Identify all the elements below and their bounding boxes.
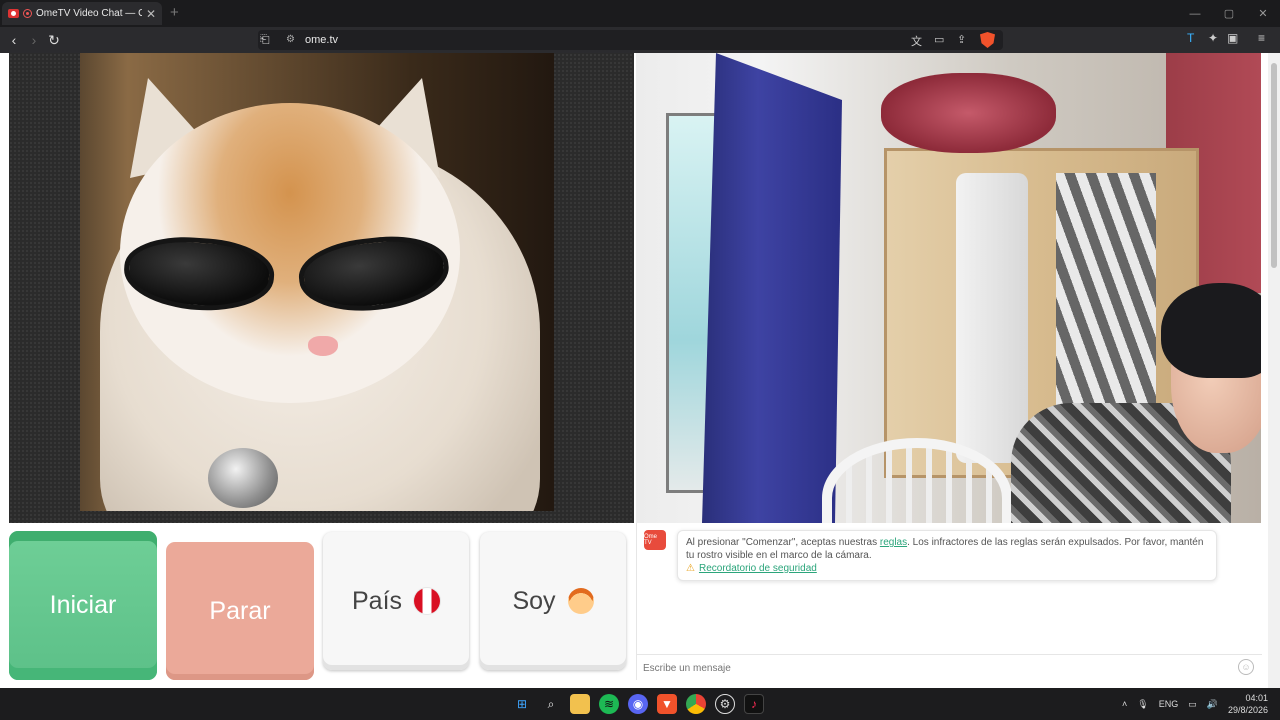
forward-button[interactable]: ›	[24, 30, 44, 50]
clock-date: 29/8/2026	[1227, 705, 1268, 715]
message-input[interactable]	[643, 660, 1223, 676]
start-button[interactable]: Iniciar	[9, 531, 157, 680]
translate-extension-icon[interactable]: T	[1187, 31, 1194, 45]
cast-icon[interactable]: ▭	[934, 33, 944, 46]
safety-reminder-link[interactable]: Recordatorio de seguridad	[699, 563, 817, 574]
volume-icon[interactable]: 🔊	[1207, 699, 1218, 710]
country-button[interactable]: País	[323, 532, 469, 670]
clock-time: 04:01	[1245, 693, 1268, 703]
ometv-logo-icon: Ome TV	[644, 530, 666, 550]
clock[interactable]: 04:01 29/8/2026	[1228, 692, 1268, 716]
emoji-icon[interactable]: ☺	[1238, 659, 1254, 675]
omegle-page: Iniciar Parar País Soy Ome TV Al presion…	[0, 53, 1280, 688]
windows-taskbar: ⊞ ⌕ ≋ ◉ ▼ ⚙ ♪ ˄ 🎙 ENG ▭ 🔊 04:01 29/8/202…	[0, 688, 1280, 720]
brave-shield-icon[interactable]	[980, 32, 995, 48]
discord-icon[interactable]: ◉	[628, 694, 648, 714]
share-icon[interactable]: ⇪	[957, 33, 966, 46]
microphone-icon[interactable]: 🎙	[1137, 699, 1148, 710]
youtube-favicon-icon	[8, 9, 19, 18]
search-icon[interactable]: ⌕	[541, 694, 561, 714]
stop-label: Parar	[209, 596, 271, 625]
url-text: ome.tv	[305, 34, 339, 46]
file-explorer-icon[interactable]	[570, 694, 590, 714]
window-controls: — ▢ ✕	[1178, 0, 1280, 27]
notice-prefix: Al presionar "Comenzar", aceptas nuestra…	[686, 537, 880, 548]
new-tab-button[interactable]: +	[170, 4, 179, 21]
cat-with-sunglasses-image	[80, 53, 554, 511]
country-label: País	[351, 586, 403, 615]
spotify-icon[interactable]: ≋	[599, 694, 619, 714]
language-indicator[interactable]: ENG	[1159, 699, 1179, 709]
remote-person	[1011, 228, 1261, 523]
scrollbar-thumb[interactable]	[1271, 63, 1277, 268]
tab-title: OmeTV Video Chat — Omeg	[36, 8, 142, 19]
minimize-button[interactable]: —	[1178, 0, 1212, 27]
stop-button[interactable]: Parar	[166, 542, 314, 680]
extensions-icon[interactable]: ✦	[1208, 31, 1218, 45]
message-bar: ☺	[637, 654, 1262, 680]
start-label: Iniciar	[49, 591, 117, 619]
chrome-icon[interactable]	[686, 694, 706, 714]
browser-tab[interactable]: OmeTV Video Chat — Omeg ✕	[2, 2, 162, 25]
recording-icon	[23, 9, 32, 18]
address-bar[interactable]: ⎗ ⚙ ome.tv 文 ▭ ⇪	[258, 30, 1003, 50]
system-tray: ˄ 🎙 ENG ▭ 🔊 04:01 29/8/2026	[1122, 692, 1268, 716]
start-menu-icon[interactable]: ⊞	[512, 694, 532, 714]
warning-icon: ⚠	[686, 563, 695, 574]
browser-tab-bar: OmeTV Video Chat — Omeg ✕ + — ▢ ✕	[0, 0, 1280, 27]
steam-icon[interactable]: ⚙	[715, 694, 735, 714]
bookmark-icon[interactable]: ⎗	[260, 32, 270, 47]
network-icon[interactable]: ▭	[1188, 699, 1197, 710]
peru-flag-icon	[414, 588, 441, 614]
translate-icon[interactable]: 文	[911, 33, 922, 49]
back-button[interactable]: ‹	[4, 30, 24, 50]
gender-label: Soy	[512, 586, 556, 615]
rules-link[interactable]: reglas	[880, 537, 907, 548]
close-window-button[interactable]: ✕	[1246, 0, 1280, 27]
maximize-button[interactable]: ▢	[1212, 0, 1246, 27]
chat-panel: Ome TV Al presionar "Comenzar", aceptas …	[636, 523, 1262, 680]
boy-emoji-icon	[567, 588, 594, 614]
reload-button[interactable]: ↻	[44, 30, 64, 50]
page-scrollbar[interactable]	[1268, 53, 1280, 688]
menu-icon[interactable]: ≡	[1258, 31, 1265, 45]
wallet-icon[interactable]: ▣	[1227, 31, 1238, 45]
local-video	[9, 53, 634, 523]
tray-overflow-icon[interactable]: ˄	[1122, 699, 1127, 709]
tiktok-icon[interactable]: ♪	[744, 694, 764, 714]
tab-close-icon[interactable]: ✕	[146, 7, 156, 21]
remote-video	[636, 53, 1261, 523]
site-info-icon[interactable]: ⚙	[286, 34, 295, 45]
brave-icon[interactable]: ▼	[657, 694, 677, 714]
system-notice: Al presionar "Comenzar", aceptas nuestra…	[677, 530, 1217, 581]
gender-button[interactable]: Soy	[480, 532, 626, 670]
browser-toolbar: ‹ › ↻ ⎗ ⚙ ome.tv 文 ▭ ⇪ T ✦ ▣ ≡	[0, 27, 1280, 53]
